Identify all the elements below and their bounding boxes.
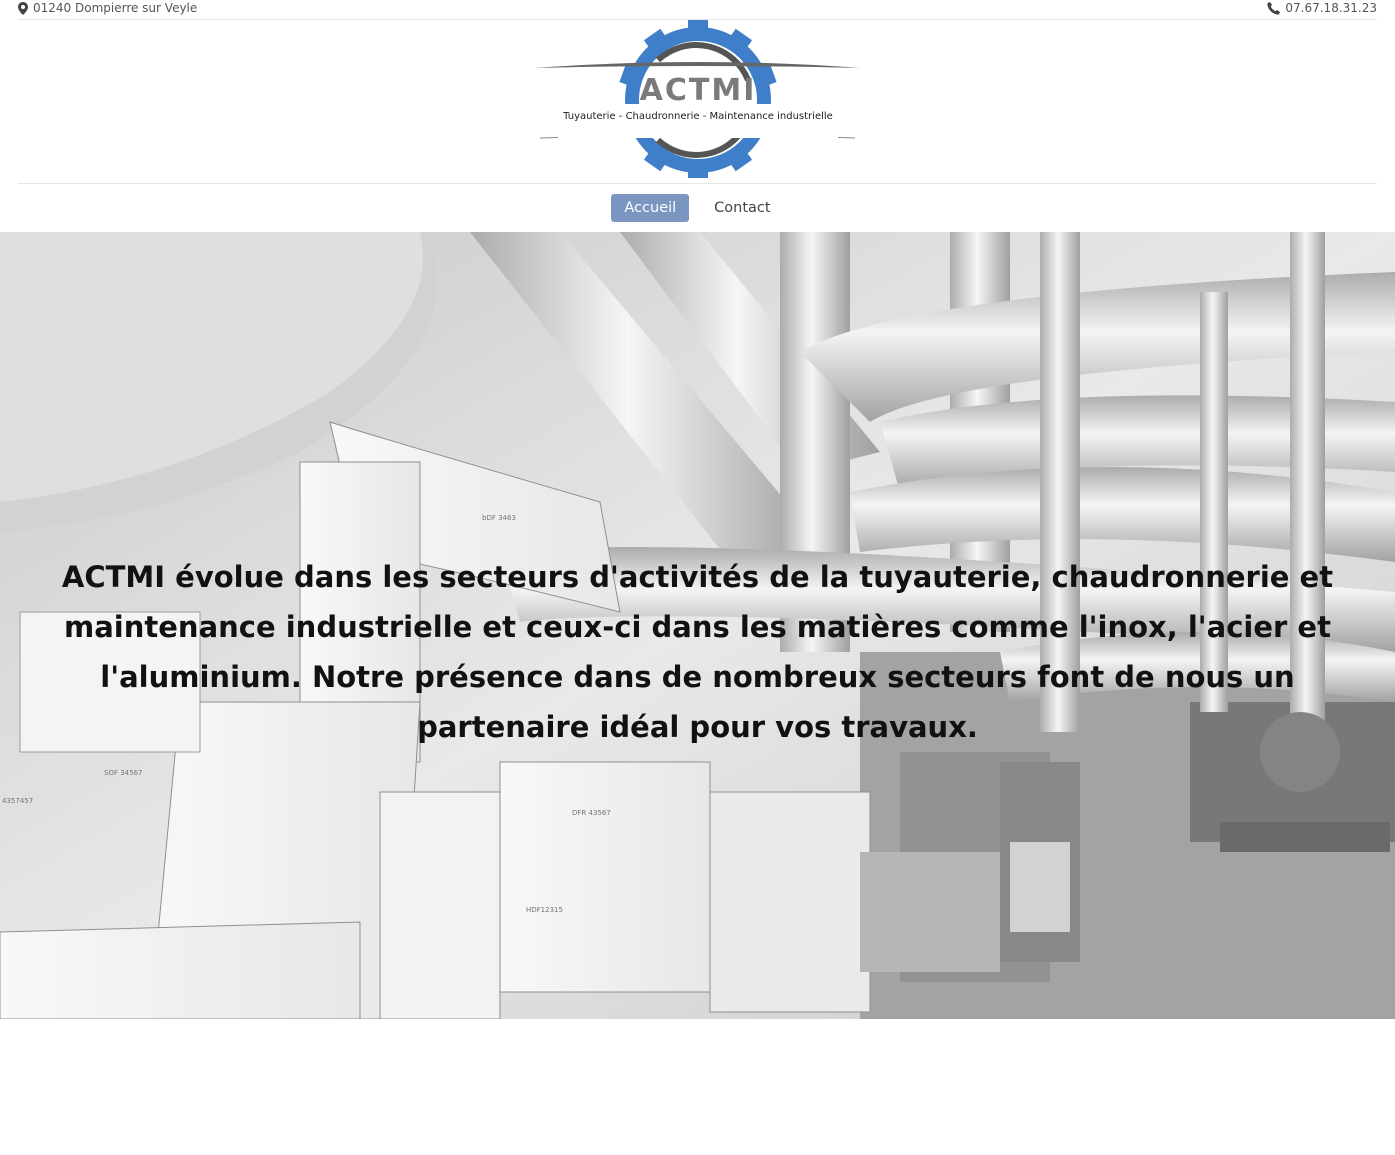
nav-item-accueil[interactable]: Accueil	[611, 194, 690, 222]
main-navigation: Accueil Contact	[0, 194, 1395, 224]
phone-block[interactable]: 07.67.18.31.23	[1267, 0, 1377, 16]
logo-tagline: Tuyauterie - Chaudronnerie - Maintenance…	[562, 111, 833, 122]
address-block: 01240 Dompierre sur Veyle	[18, 0, 197, 16]
address-text: 01240 Dompierre sur Veyle	[33, 1, 198, 15]
top-info-bar: 01240 Dompierre sur Veyle 07.67.18.31.23	[18, 0, 1377, 20]
header-divider	[18, 183, 1377, 184]
phone-icon	[1267, 1, 1281, 15]
map-marker-icon	[18, 1, 28, 15]
phone-number[interactable]: 07.67.18.31.23	[1285, 0, 1377, 16]
hero-banner: bDF 3463 SOF 34567 4357457 DFR 43567 HDF…	[0, 232, 1395, 1019]
logo-name: ACTMI	[640, 73, 757, 108]
nav-item-contact[interactable]: Contact	[701, 194, 783, 222]
hero-description: ACTMI évolue dans les secteurs d'activit…	[61, 560, 1334, 744]
company-logo[interactable]: ACTMI Tuyauterie - Chaudronnerie - Maint…	[530, 20, 865, 178]
